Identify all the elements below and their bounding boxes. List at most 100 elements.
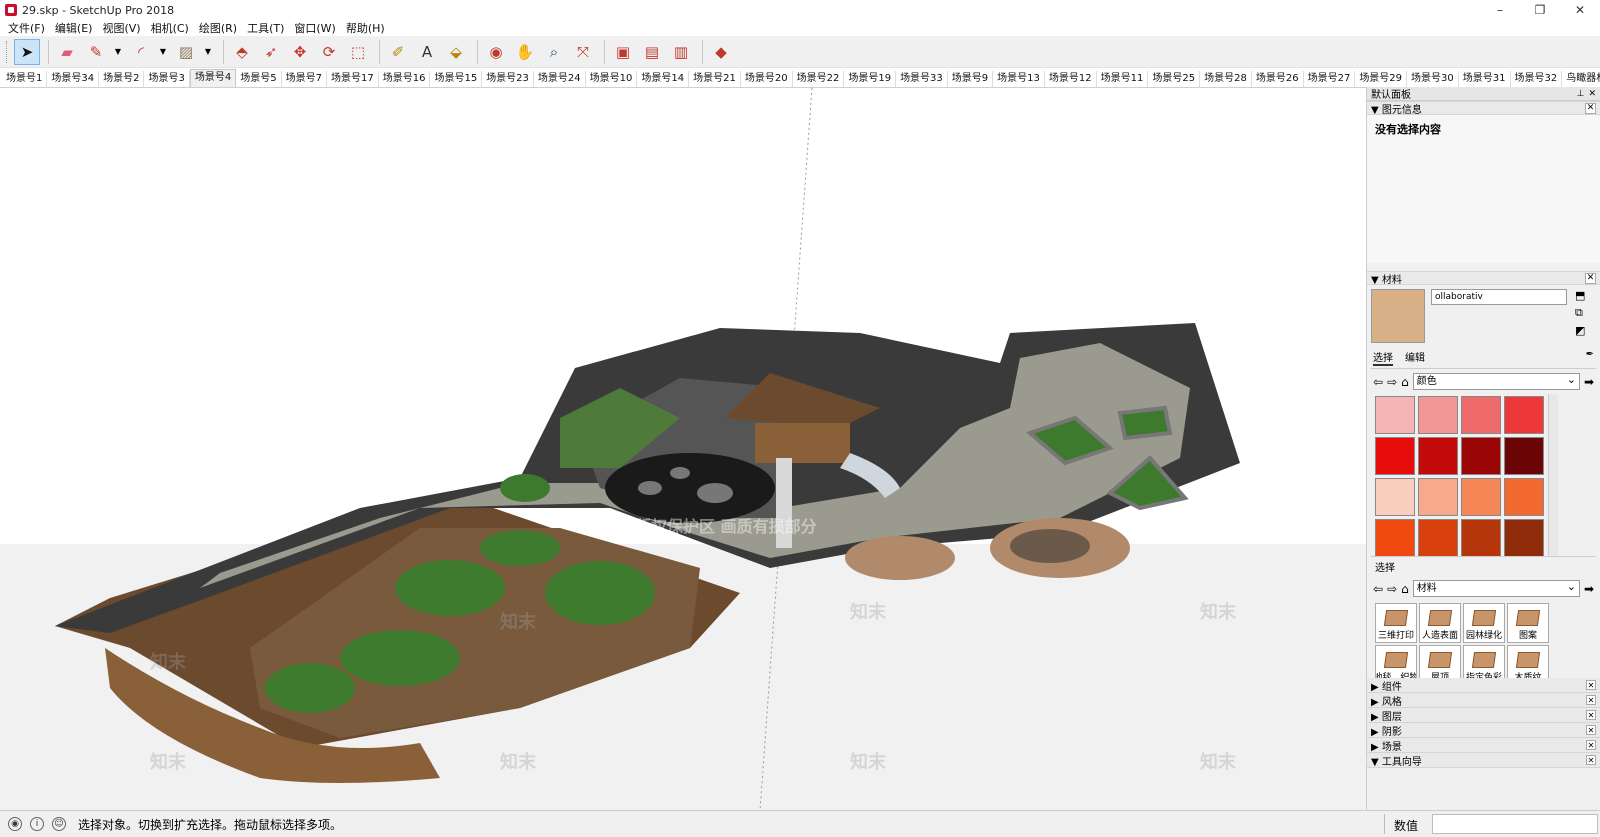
- menu-help[interactable]: 帮助(H): [342, 20, 391, 36]
- zoom-extents-icon[interactable]: ⤧: [570, 39, 596, 65]
- push-pull-icon[interactable]: ⬘: [229, 39, 255, 65]
- panel-close-icon[interactable]: ✕: [1585, 272, 1596, 284]
- color-swatch[interactable]: [1461, 437, 1501, 475]
- menu-file[interactable]: 文件(F): [4, 20, 51, 36]
- panel-close-icon[interactable]: ✕: [1586, 755, 1596, 765]
- library-select[interactable]: 材料: [1412, 579, 1580, 597]
- panel-close-icon[interactable]: ✕: [1585, 102, 1596, 114]
- dropdown-arrow-icon[interactable]: ▼: [157, 39, 169, 65]
- color-swatch[interactable]: [1375, 519, 1415, 556]
- panel-close-icon[interactable]: ✕: [1586, 680, 1596, 690]
- measurements-input[interactable]: [1432, 814, 1598, 834]
- arc-icon[interactable]: ◜: [128, 39, 154, 65]
- scene-tab[interactable]: 鸟瞰器材: [1562, 71, 1600, 87]
- scene-tab[interactable]: 场景号28: [1200, 71, 1252, 87]
- home-icon[interactable]: ⌂: [1401, 375, 1409, 389]
- scene-tab[interactable]: 场景号20: [741, 71, 793, 87]
- panel-close-icon[interactable]: ✕: [1586, 725, 1596, 735]
- scene-tab[interactable]: 场景号15: [430, 71, 483, 87]
- scene-tab[interactable]: 场景号3: [144, 71, 190, 87]
- forward-arrow-icon[interactable]: ⇨: [1387, 375, 1397, 389]
- scene-tab[interactable]: 场景号29: [1355, 71, 1408, 87]
- tape-measure-icon[interactable]: ✐: [385, 39, 411, 65]
- scene-tab[interactable]: 场景号22: [793, 71, 845, 87]
- color-swatch[interactable]: [1504, 437, 1544, 475]
- warehouse-icon[interactable]: ▣: [610, 39, 636, 65]
- color-swatch[interactable]: [1375, 396, 1415, 434]
- color-swatch[interactable]: [1375, 437, 1415, 475]
- maximize-button[interactable]: ❐: [1520, 0, 1560, 20]
- pan-icon[interactable]: ✋: [512, 39, 538, 65]
- color-swatch[interactable]: [1504, 396, 1544, 434]
- scene-tab[interactable]: 场景号17: [327, 71, 379, 87]
- menu-draw[interactable]: 绘图(R): [195, 20, 243, 36]
- panel-header[interactable]: ▶ 阴影 ✕: [1367, 723, 1600, 738]
- text-icon[interactable]: A: [414, 39, 440, 65]
- color-swatch[interactable]: [1418, 478, 1458, 516]
- pin-icon[interactable]: ⊥: [1577, 89, 1585, 99]
- swatch-scrollbar[interactable]: [1548, 394, 1558, 556]
- scene-tab[interactable]: 场景号13: [993, 71, 1045, 87]
- details-arrow-icon[interactable]: ➡: [1584, 375, 1594, 389]
- color-swatch[interactable]: [1504, 478, 1544, 516]
- panel-close-icon[interactable]: ✕: [1586, 740, 1596, 750]
- panel-header[interactable]: ▶ 风格 ✕: [1367, 693, 1600, 708]
- scene-tab[interactable]: 场景号9: [948, 71, 994, 87]
- panel-header[interactable]: ▶ 场景 ✕: [1367, 738, 1600, 753]
- scene-tab[interactable]: 场景号19: [844, 71, 897, 87]
- eraser-icon[interactable]: ▰: [54, 39, 80, 65]
- panel-header[interactable]: ▼ 工具向导 ✕: [1367, 753, 1600, 768]
- select-arrow-icon[interactable]: ➤: [14, 38, 40, 65]
- scene-tab[interactable]: 场景号2: [99, 71, 145, 87]
- collection-select[interactable]: 颜色: [1412, 372, 1580, 390]
- scene-tab[interactable]: 场景号27: [1304, 71, 1356, 87]
- color-swatch[interactable]: [1418, 437, 1458, 475]
- orbit-icon[interactable]: ◉: [483, 39, 509, 65]
- send-to-layout-icon[interactable]: ▥: [668, 39, 694, 65]
- scene-tab[interactable]: 场景号30: [1407, 71, 1459, 87]
- close-window-button[interactable]: ✕: [1560, 0, 1600, 20]
- menu-edit[interactable]: 编辑(E): [51, 20, 99, 36]
- dropdown-arrow-icon[interactable]: ▼: [202, 39, 214, 65]
- scene-tab[interactable]: 场景号24: [534, 71, 586, 87]
- scene-tab[interactable]: 场景号5: [236, 71, 282, 87]
- tab-edit[interactable]: 编辑: [1405, 349, 1425, 366]
- menu-camera[interactable]: 相机(C): [147, 20, 195, 36]
- panel-close-icon[interactable]: ✕: [1586, 695, 1596, 705]
- scene-tab[interactable]: 场景号11: [1097, 71, 1149, 87]
- scene-tab[interactable]: 场景号23: [482, 71, 534, 87]
- material-folder[interactable]: 人造表面: [1419, 603, 1461, 643]
- user-icon[interactable]: ☺: [52, 817, 66, 831]
- material-preview-swatch[interactable]: [1371, 289, 1425, 343]
- display-secondary-icon[interactable]: ⬒: [1575, 289, 1585, 302]
- scene-tab[interactable]: 场景号26: [1252, 71, 1304, 87]
- panel-header[interactable]: ▶ 组件 ✕: [1367, 678, 1600, 693]
- color-swatch[interactable]: [1375, 478, 1415, 516]
- back-arrow-icon[interactable]: ⇦: [1373, 375, 1383, 389]
- rectangle-icon[interactable]: ▨: [173, 39, 199, 65]
- scene-tab[interactable]: 场景号33: [896, 71, 948, 87]
- move-icon[interactable]: ✥: [287, 39, 313, 65]
- zoom-icon[interactable]: ⌕: [541, 39, 567, 65]
- scene-tab[interactable]: 场景号31: [1459, 71, 1511, 87]
- extension-manager-icon[interactable]: ◆: [708, 39, 734, 65]
- material-folder[interactable]: 园林绿化: [1463, 603, 1505, 643]
- scene-tab[interactable]: 场景号12: [1045, 71, 1097, 87]
- color-swatch[interactable]: [1418, 519, 1458, 556]
- menu-tools[interactable]: 工具(T): [243, 20, 290, 36]
- back-arrow-icon[interactable]: ⇦: [1373, 582, 1383, 596]
- color-swatch[interactable]: [1418, 396, 1458, 434]
- scene-tab[interactable]: 场景号7: [282, 71, 327, 87]
- color-swatch[interactable]: [1504, 519, 1544, 556]
- panel-close-icon[interactable]: ✕: [1586, 710, 1596, 720]
- scene-tab[interactable]: 场景号4: [189, 69, 237, 87]
- minimize-button[interactable]: –: [1480, 0, 1520, 20]
- modeling-viewport[interactable]: 知末 知末 知末 知末 知末 知末 知末 知末 版权保护区 画质有损部分: [0, 87, 1366, 810]
- create-material-icon[interactable]: ⧉: [1575, 306, 1585, 320]
- paint-bucket-icon[interactable]: ⬙: [443, 39, 469, 65]
- color-swatch[interactable]: [1461, 396, 1501, 434]
- eyedropper-icon[interactable]: ✒: [1586, 349, 1594, 366]
- menu-window[interactable]: 窗口(W): [290, 20, 341, 36]
- rotate-icon[interactable]: ⟳: [316, 39, 342, 65]
- scene-tab[interactable]: 场景号34: [47, 71, 100, 87]
